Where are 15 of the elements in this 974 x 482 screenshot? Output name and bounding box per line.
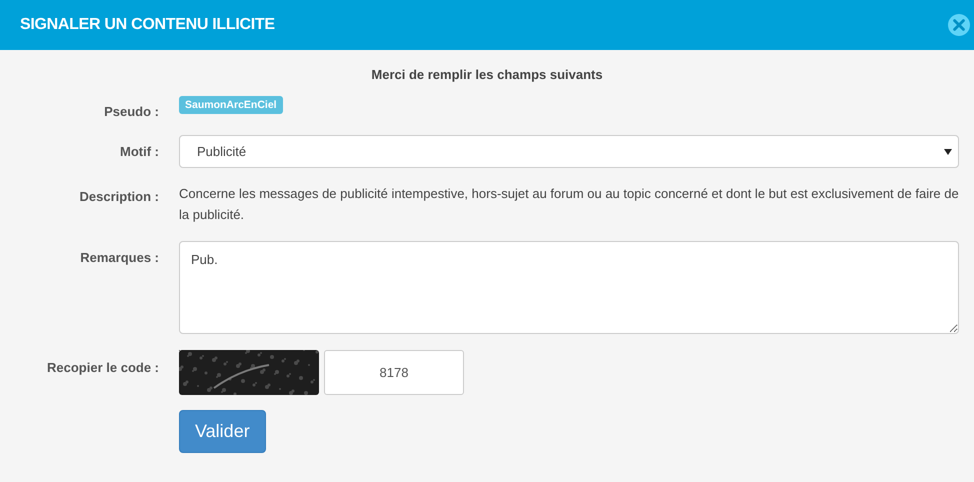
remarks-field[interactable]: Pub. (179, 241, 959, 334)
close-icon[interactable] (948, 14, 970, 36)
description-text: Concerne les messages de publicité intempestive, hors-sujet au forum ou au topic concerné et dont le but est exclusivement de faire de la publicité. (179, 185, 959, 224)
field-label: Motif : (119, 143, 159, 159)
submit-button[interactable]: Valider (179, 410, 266, 453)
window-title: SIGNALER UN CONTENU ILLICITE (20, 16, 275, 34)
form-intro: Merci de remplir les champs suivants (370, 67, 604, 82)
code-input[interactable]: 8178 (324, 350, 464, 395)
field-label: Description : (78, 188, 159, 204)
field-label: Pseudo : (103, 103, 159, 119)
username-tag: SaumonArcEnCiel (179, 96, 283, 114)
field-label: Recopier le code : (46, 359, 159, 375)
caret-icon (944, 148, 952, 154)
motif-select[interactable]: Publicité (179, 135, 959, 168)
field-label: Remarques : (79, 249, 159, 265)
